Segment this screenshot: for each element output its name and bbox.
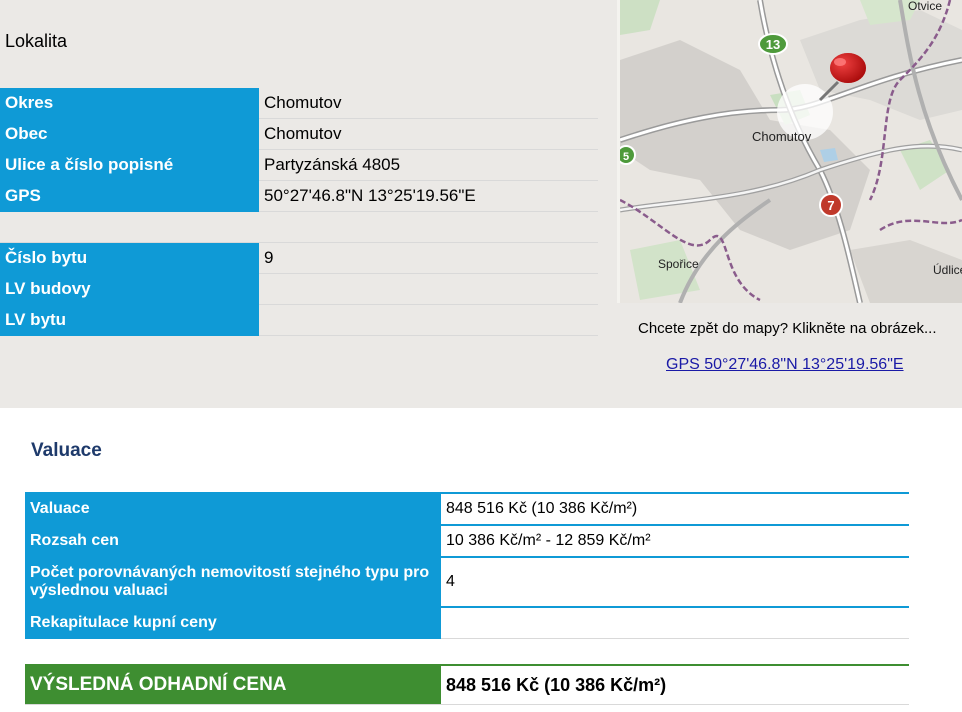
route-left-shield: 5 [620, 145, 636, 165]
lv-budovy-label: LV budovy [0, 273, 259, 305]
pocet-nemovitosti-label: Počet porovnávaných nemovitostí stejného… [25, 556, 441, 607]
obec-label: Obec [0, 118, 259, 150]
route-7-label: 7 [827, 198, 834, 213]
rozsah-cen-value: 10 386 Kč/m² - 12 859 Kč/m² [441, 524, 909, 558]
map-label-otvice: Otvice [908, 0, 942, 13]
map-label-sporice: Spořice [658, 257, 699, 271]
table-row: Číslo bytu 9 [0, 242, 598, 274]
table-row: LV bytu [0, 304, 598, 336]
location-map[interactable]: 13 7 5 Chomutov Spořice Údlice Otvice [617, 0, 962, 303]
gps-label: GPS [0, 180, 259, 212]
map-label-udlice: Údlice [933, 262, 962, 277]
valuace-value: 848 516 Kč (10 386 Kč/m²) [441, 492, 909, 526]
lv-budovy-value [259, 273, 598, 305]
rekapitulace-label: Rekapitulace kupní ceny [25, 606, 441, 639]
map-caption: Chcete zpět do mapy? Klikněte na obrázek… [638, 320, 937, 337]
table-row: LV budovy [0, 273, 598, 305]
okres-label: Okres [0, 88, 259, 119]
route-13-shield: 13 [758, 33, 788, 55]
table-row: Rekapitulace kupní ceny [25, 606, 909, 639]
lv-bytu-value [259, 304, 598, 336]
valuation-section: Valuace Valuace 848 516 Kč (10 386 Kč/m²… [0, 408, 962, 712]
route-13-label: 13 [766, 37, 780, 52]
location-section: Lokalita Okres Chomutov Obec Chomutov Ul… [0, 0, 962, 408]
rozsah-cen-label: Rozsah cen [25, 524, 441, 557]
table-spacer-row [0, 211, 598, 243]
map-label-chomutov: Chomutov [752, 129, 812, 144]
ulice-value: Partyzánská 4805 [259, 149, 598, 181]
ulice-label: Ulice a číslo popisné [0, 149, 259, 181]
lv-bytu-label: LV bytu [0, 304, 259, 336]
route-left-label: 5 [623, 151, 629, 163]
result-value: 848 516 Kč (10 386 Kč/m²) [441, 664, 909, 705]
table-row: Okres Chomutov [0, 88, 598, 119]
okres-value: Chomutov [259, 88, 598, 119]
pocet-nemovitosti-value: 4 [441, 556, 909, 608]
table-row: Obec Chomutov [0, 118, 598, 150]
location-table: Okres Chomutov Obec Chomutov Ulice a čís… [0, 88, 598, 336]
gps-link[interactable]: GPS 50°27'46.8"N 13°25'19.56"E [666, 356, 904, 374]
route-7-shield: 7 [819, 193, 843, 217]
map-image[interactable]: 13 7 5 Chomutov Spořice Údlice Otvice [620, 0, 962, 303]
table-row: Ulice a číslo popisné Partyzánská 4805 [0, 149, 598, 181]
result-label: VÝSLEDNÁ ODHADNÍ CENA [25, 664, 441, 705]
cislo-bytu-label: Číslo bytu [0, 242, 259, 274]
table-row: Počet porovnávaných nemovitostí stejného… [25, 556, 909, 608]
valuation-table: Valuace 848 516 Kč (10 386 Kč/m²) Rozsah… [25, 492, 909, 639]
table-row: VÝSLEDNÁ ODHADNÍ CENA 848 516 Kč (10 386… [25, 664, 909, 705]
cislo-bytu-value: 9 [259, 242, 598, 274]
gps-value: 50°27'46.8"N 13°25'19.56"E [259, 180, 598, 212]
rekapitulace-value [441, 606, 909, 639]
table-row: Valuace 848 516 Kč (10 386 Kč/m²) [25, 492, 909, 526]
obec-value: Chomutov [259, 118, 598, 150]
table-row: GPS 50°27'46.8"N 13°25'19.56"E [0, 180, 598, 212]
result-table: VÝSLEDNÁ ODHADNÍ CENA 848 516 Kč (10 386… [25, 664, 909, 705]
valuace-heading: Valuace [31, 440, 102, 461]
valuace-label: Valuace [25, 492, 441, 525]
lokalita-heading: Lokalita [5, 31, 68, 51]
table-row: Rozsah cen 10 386 Kč/m² - 12 859 Kč/m² [25, 524, 909, 558]
